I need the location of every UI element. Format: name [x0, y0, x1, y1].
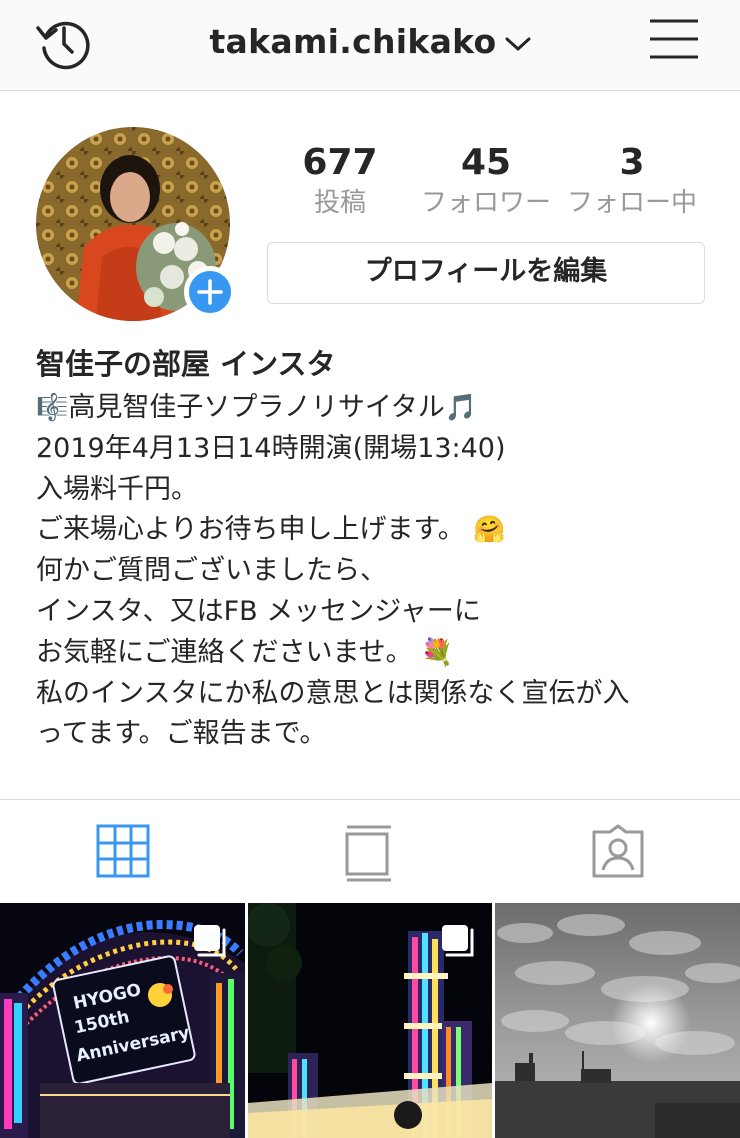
- edit-profile-button[interactable]: プロフィールを編集: [267, 242, 705, 304]
- posts-count-label: 投稿: [313, 188, 366, 218]
- posts-count[interactable]: 677 投稿: [290, 142, 390, 220]
- musical-score-icon: 🎼: [36, 393, 69, 423]
- multiple-photos-icon: [194, 925, 226, 957]
- hugging-face-icon: 🤗: [473, 515, 506, 546]
- bio-line: ご来場心よりお待ち申し上げます。 🤗: [36, 510, 716, 551]
- post-thumbnail[interactable]: [495, 903, 740, 1138]
- add-story-button[interactable]: [184, 266, 236, 318]
- username-button[interactable]: takami.chikako: [209, 22, 530, 61]
- bio-line: 何かご質問ございましたら、: [36, 555, 387, 587]
- username-text: takami.chikako: [209, 22, 497, 61]
- multiple-photos-icon: [442, 925, 474, 957]
- post-thumbnail[interactable]: HYOGO 150th Anniversary: [0, 903, 245, 1138]
- posts-count-value: 677: [302, 142, 378, 183]
- hamburger-menu-icon[interactable]: [648, 16, 700, 62]
- top-navigation-bar: takami.chikako: [0, 0, 740, 91]
- bio-line: 🎼高見智佳子ソプラノリサイタル🎵: [36, 388, 716, 429]
- username-switcher: takami.chikako: [0, 0, 740, 88]
- profile-bio: 智佳子の部屋 インスタ 🎼高見智佳子ソプラノリサイタル🎵 2019年4月13日1…: [36, 342, 716, 755]
- grid-icon: [96, 824, 150, 878]
- bio-line: インスタ、又はFB メッセンジャーに: [36, 595, 481, 627]
- followers-count-label: フォロワー: [420, 188, 551, 218]
- tab-feed[interactable]: [247, 800, 493, 900]
- following-count-value: 3: [619, 142, 645, 183]
- tagged-icon: [592, 824, 644, 878]
- bio-line: 入場料千円。: [36, 473, 198, 505]
- chevron-down-icon: [505, 37, 530, 50]
- post-image-cloudy-sky: [495, 903, 740, 1138]
- followers-count[interactable]: 45 フォロワー: [412, 142, 560, 220]
- musical-notes-icon: 🎵: [444, 393, 478, 423]
- profile-display-name: 智佳子の部屋 インスタ: [36, 347, 336, 381]
- bio-line: 2019年4月13日14時開演(開場13:40): [36, 432, 506, 464]
- bio-line: 私のインスタにか私の意思とは関係なく宣伝が入: [36, 677, 630, 709]
- bio-line-text: お気軽にご連絡くださいませ。: [36, 636, 413, 668]
- following-count[interactable]: 3 フォロー中: [560, 142, 704, 220]
- tab-grid[interactable]: [0, 800, 246, 900]
- profile-tabs: [0, 799, 740, 901]
- bio-line-text: ご来場心よりお待ち申し上げます。: [36, 514, 465, 546]
- feed-icon: [345, 825, 391, 882]
- tab-tagged[interactable]: [494, 800, 740, 900]
- plus-icon: [197, 279, 223, 305]
- bio-line-text: 高見智佳子ソプラノリサイタル: [68, 392, 445, 423]
- bio-line: お気軽にご連絡くださいませ。 💐: [36, 633, 716, 674]
- bouquet-icon: 💐: [421, 637, 454, 668]
- following-count-label: フォロー中: [566, 188, 697, 218]
- followers-count-value: 45: [460, 142, 512, 183]
- post-thumbnail[interactable]: [248, 903, 492, 1138]
- bio-line: ってます。ご報告まで。: [36, 718, 327, 750]
